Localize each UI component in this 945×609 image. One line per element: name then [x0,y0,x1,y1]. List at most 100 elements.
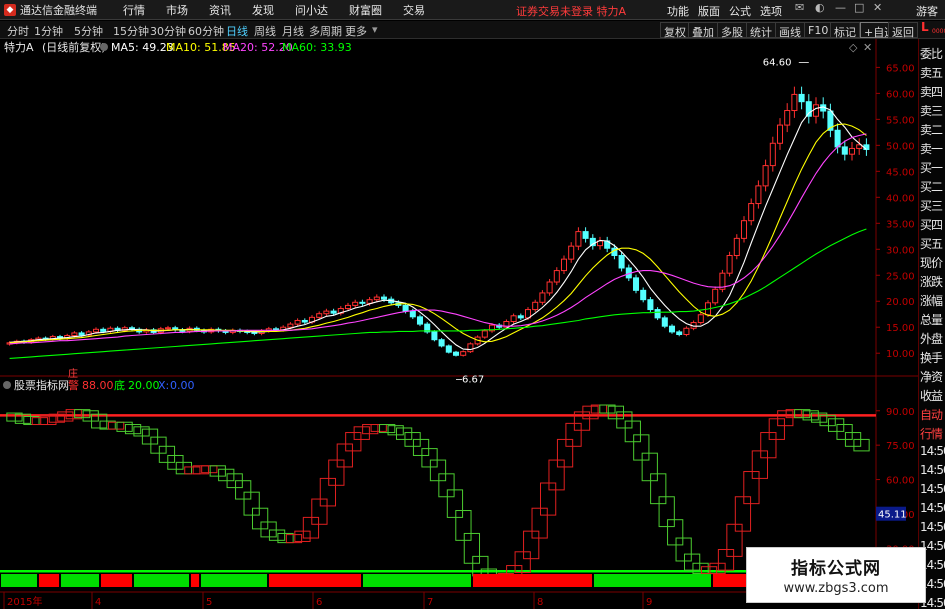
period-monthly[interactable]: 月线 [282,23,304,39]
candle-body [352,301,359,306]
toolbar-multi-stock[interactable]: 多股 [717,22,747,39]
toolbar-overlay[interactable]: 叠加 [688,22,718,39]
side-panel-item[interactable]: 14:50 [920,501,945,519]
toolbar-mark[interactable]: 标记 [830,22,860,39]
menu-quotes[interactable]: 行情 [123,2,145,18]
skin-icon[interactable]: ◐ [815,1,825,14]
indicator-header: 股票指标网 庄 警 88.00 底 20.00 X: 0.00 [3,367,195,392]
candle-body [71,332,78,337]
indicator-step [726,523,743,557]
side-panel-item[interactable]: 卖三 [920,102,945,120]
side-panel-item[interactable]: 买四 [920,216,945,234]
side-panel-item[interactable]: 卖一 [920,140,945,158]
period-timeshare[interactable]: 分时 [7,23,29,39]
maximize-icon[interactable]: □ [854,1,864,14]
side-panel-item[interactable]: 换手 [920,349,945,367]
side-panel-item[interactable]: 卖四 [920,83,945,101]
candle-body [532,301,539,311]
toolbar-adjust[interactable]: 复权 [660,22,690,39]
side-panel-item[interactable]: 卖二 [920,121,945,139]
period-15min[interactable]: 15分钟 [113,23,149,39]
side-panel-item[interactable]: 收益 [920,387,945,405]
expand-icon[interactable]: ◇ [849,41,858,54]
menu-functions[interactable]: 功能 [667,3,689,19]
period-1min[interactable]: 1分钟 [34,23,63,39]
indicator-step [243,491,260,516]
indicator-step [201,465,218,474]
close-icon[interactable]: ✕ [873,1,882,14]
signal-segment [201,574,267,587]
menu-layout[interactable]: 版面 [698,3,720,19]
side-panel-item[interactable]: 14:50 [920,482,945,500]
side-panel-item[interactable]: 行情 [920,425,945,443]
menu-formula[interactable]: 公式 [729,3,751,19]
settings-dot-icon[interactable] [100,43,108,51]
indicator-step [853,438,870,452]
indicator-step [438,473,455,498]
period-daily[interactable]: 日线 [226,23,248,39]
candle-body [776,124,784,144]
side-panel-item[interactable]: 总量 [920,311,945,329]
signal-segment [1,574,37,587]
side-panel-item[interactable]: 买一 [920,159,945,177]
toolbar-back[interactable]: 返回 [888,22,918,39]
indicator-name: 股票指标网 [14,378,69,392]
side-panel-item[interactable]: 自动 [920,406,945,424]
side-panel-item[interactable]: 净资 [920,368,945,386]
toolbar-stats[interactable]: 统计 [746,22,776,39]
close-chart-icon[interactable]: ✕ [863,41,872,54]
watermark-title: 指标公式网 [791,559,881,579]
menu-news[interactable]: 资讯 [209,2,231,18]
corner-letter: L [921,20,929,34]
side-panel-item[interactable]: 14:50 [920,444,945,462]
toolbar-f10[interactable]: F10 [804,22,833,38]
side-panel-item[interactable]: 买三 [920,197,945,215]
main-chart-header: 特力A (日线前复权) MA5: 49.23 MA10: 51.85 MA20:… [4,40,872,54]
side-panel-item[interactable]: 买五 [920,235,945,253]
side-panel-item[interactable]: 委比 [920,45,945,63]
date-label: 7 [427,597,433,608]
indicator-step [218,468,235,482]
x-prefix: X: [158,379,169,392]
corner-sub: 0000 [932,28,945,35]
candle-body [287,323,294,328]
mail-icon[interactable]: ✉ [795,1,804,14]
indicator-step [675,537,692,562]
side-panel-item[interactable]: 买二 [920,178,945,196]
indicator-step [184,466,201,475]
indicator-step [175,461,193,475]
chart-area[interactable]: 特力A (日线前复权) MA5: 49.23 MA10: 51.85 MA20:… [0,39,918,609]
minimize-icon[interactable]: — [835,1,846,14]
period-5min[interactable]: 5分钟 [74,23,103,39]
period-weekly[interactable]: 周线 [254,23,276,39]
menu-ask[interactable]: 问小达 [295,2,328,18]
menu-market[interactable]: 市场 [166,2,188,18]
side-panel-item[interactable]: 14:50 [920,520,945,538]
menu-discover[interactable]: 发现 [252,2,274,18]
menu-wealth[interactable]: 财富圈 [349,2,382,18]
side-panel-item[interactable]: 卖五 [920,64,945,82]
candle-body [575,231,582,247]
period-60min[interactable]: 60分钟 [188,23,224,39]
toolbar-draw[interactable]: 画线 [775,22,805,39]
dropdown-arrow-icon[interactable]: ▾ [372,23,378,36]
y-tick-label: 15.00 [886,323,915,334]
side-panel-item[interactable]: 涨跌 [920,273,945,291]
indicator-step [717,549,735,571]
side-panel-item[interactable]: 14:50 [920,463,945,481]
period-30min[interactable]: 30分钟 [150,23,186,39]
alert-value: 88.00 [82,379,114,392]
menu-trade[interactable]: 交易 [403,2,425,18]
indicator-settings-icon[interactable] [3,381,11,389]
candle-body [560,258,568,272]
indicator-step [734,496,752,532]
indicator-step [124,424,142,435]
menu-options[interactable]: 选项 [760,3,782,19]
side-panel-item[interactable]: 涨幅 [920,292,945,310]
side-panel-item[interactable]: 现价 [920,254,945,272]
side-panel-item[interactable]: 外盘 [920,330,945,348]
period-more[interactable]: 更多 [345,23,367,39]
period-multi[interactable]: 多周期 [309,23,342,39]
guest-label[interactable]: 游客 [916,3,938,19]
login-status[interactable]: 证券交易未登录 特力A [516,3,626,19]
